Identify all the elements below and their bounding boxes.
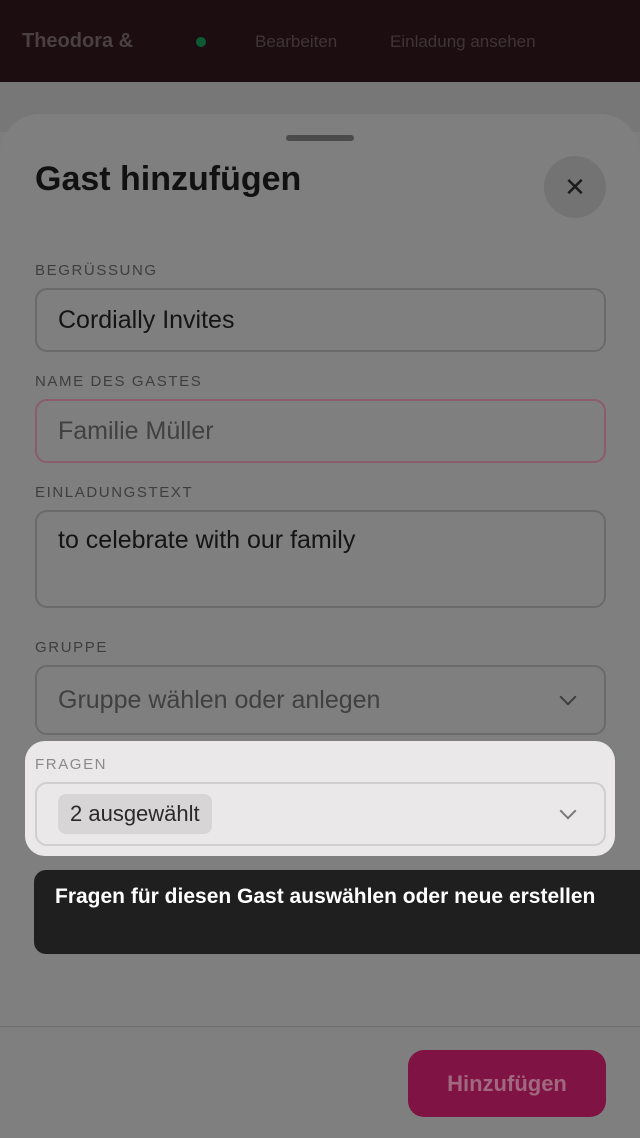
- greeting-input[interactable]: Cordially Invites: [35, 288, 606, 352]
- questions-label: FRAGEN: [35, 756, 108, 773]
- close-icon: ✕: [564, 172, 586, 202]
- close-button[interactable]: ✕: [544, 156, 606, 218]
- group-placeholder: Gruppe wählen oder anlegen: [58, 685, 381, 714]
- guest-name-label: NAME DES GASTES: [35, 373, 203, 390]
- group-select[interactable]: Gruppe wählen oder anlegen: [35, 665, 606, 735]
- sheet-drag-handle[interactable]: [286, 135, 354, 141]
- background-edit-link: Bearbeiten: [255, 32, 338, 51]
- background-header: Theodora & Bearbeiten Einladung ansehen: [0, 0, 640, 82]
- footer-divider: [0, 1026, 640, 1027]
- chevron-down-icon: [559, 688, 577, 706]
- onboarding-tooltip[interactable]: Fragen für diesen Gast auswählen oder ne…: [34, 870, 640, 954]
- add-guest-button[interactable]: Hinzufügen: [408, 1050, 606, 1117]
- status-dot: [196, 37, 206, 47]
- questions-select[interactable]: 2 ausgewählt: [35, 782, 606, 846]
- background-title: Theodora &: [22, 30, 134, 52]
- invitation-text-label: EINLADUNGSTEXT: [35, 484, 194, 501]
- group-label: GRUPPE: [35, 639, 108, 656]
- chevron-down-icon: [559, 802, 577, 820]
- questions-spotlight: FRAGEN 2 ausgewählt: [25, 741, 615, 856]
- sheet-title: Gast hinzufügen: [35, 160, 302, 198]
- add-guest-sheet: Gast hinzufügen ✕ BEGRÜSSUNG Cordially I…: [0, 114, 640, 1138]
- invitation-text-input[interactable]: to celebrate with our family: [35, 510, 606, 608]
- guest-name-placeholder: Familie Müller: [58, 416, 214, 445]
- guest-name-input[interactable]: Familie Müller: [35, 399, 606, 463]
- questions-selected-chip: 2 ausgewählt: [58, 794, 212, 834]
- greeting-label: BEGRÜSSUNG: [35, 262, 158, 279]
- greeting-value: Cordially Invites: [58, 305, 235, 334]
- invitation-text-value: to celebrate with our family: [58, 526, 356, 554]
- background-view-link: Einladung ansehen: [390, 32, 536, 51]
